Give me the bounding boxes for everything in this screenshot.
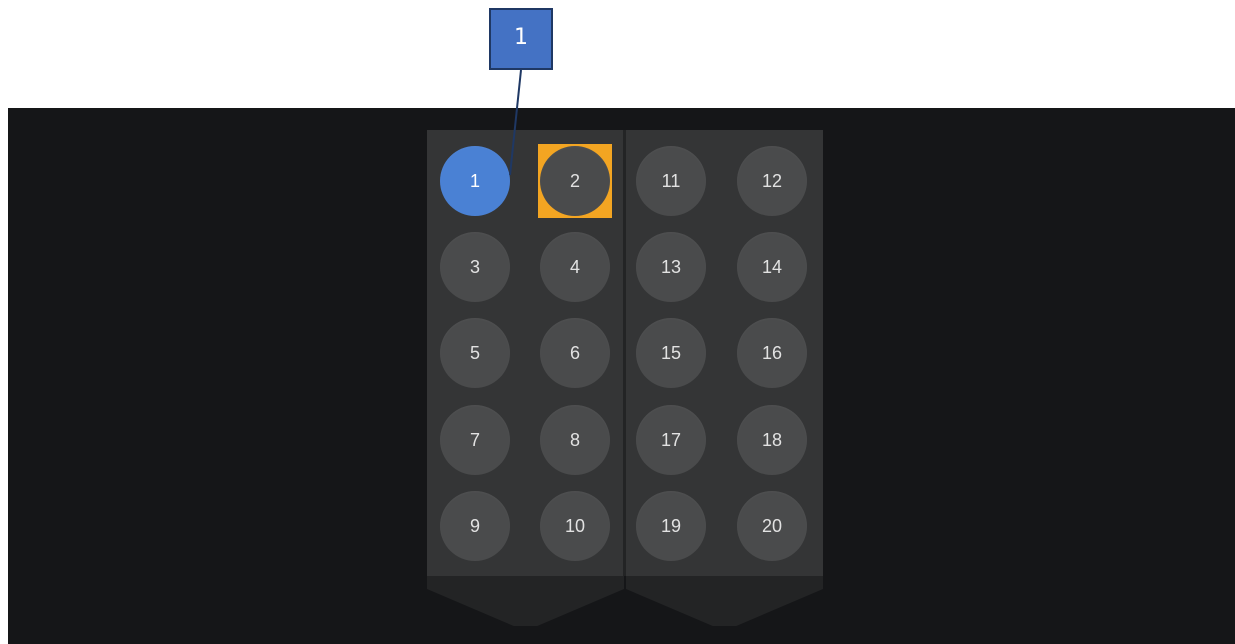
vial-label: 10 <box>564 515 586 536</box>
vial-label: 4 <box>569 256 580 277</box>
vial-7[interactable]: 7 <box>440 405 510 475</box>
vial-18[interactable]: 18 <box>737 405 807 475</box>
vial-label: 5 <box>469 342 480 363</box>
vial-11[interactable]: 11 <box>636 146 706 216</box>
vial-label: 13 <box>660 256 682 277</box>
vial-14[interactable]: 14 <box>737 232 807 302</box>
vial-9[interactable]: 9 <box>440 491 510 561</box>
callout-label: 1 <box>489 8 553 70</box>
vial-label: 12 <box>761 170 783 191</box>
vial-12[interactable]: 12 <box>737 146 807 216</box>
vial-label: 2 <box>569 170 580 191</box>
vial-label: 19 <box>660 515 682 536</box>
vial-17[interactable]: 17 <box>636 405 706 475</box>
vial-holder-tip <box>626 576 823 626</box>
vial-2[interactable]: 2 <box>540 146 610 216</box>
vial-label: 3 <box>469 256 480 277</box>
vial-1[interactable]: 1 <box>440 146 510 216</box>
vial-label: 8 <box>569 429 580 450</box>
vial-13[interactable]: 13 <box>636 232 706 302</box>
vial-tray-view: 1 2 3 4 5 6 7 8 9 10 11 12 13 14 15 16 1… <box>8 108 1235 644</box>
vial-19[interactable]: 19 <box>636 491 706 561</box>
vial-label: 9 <box>469 515 480 536</box>
vial-20[interactable]: 20 <box>737 491 807 561</box>
page: 1 1 2 3 4 5 6 7 8 9 10 11 12 13 14 15 16… <box>0 0 1235 644</box>
vial-label: 7 <box>469 429 480 450</box>
vial-16[interactable]: 16 <box>737 318 807 388</box>
callout-number: 1 <box>514 25 528 50</box>
vial-label: 18 <box>761 429 783 450</box>
vial-label: 6 <box>569 342 580 363</box>
vial-label: 16 <box>761 342 783 363</box>
vial-label: 17 <box>660 429 682 450</box>
vial-holder-tip <box>427 576 624 626</box>
vial-label: 11 <box>661 170 681 191</box>
vial-10[interactable]: 10 <box>540 491 610 561</box>
vial-label: 15 <box>660 342 682 363</box>
vial-3[interactable]: 3 <box>440 232 510 302</box>
vial-label: 20 <box>761 515 783 536</box>
holder-divider <box>623 130 626 576</box>
vial-5[interactable]: 5 <box>440 318 510 388</box>
vial-4[interactable]: 4 <box>540 232 610 302</box>
vial-15[interactable]: 15 <box>636 318 706 388</box>
vial-6[interactable]: 6 <box>540 318 610 388</box>
vial-8[interactable]: 8 <box>540 405 610 475</box>
vial-label: 1 <box>469 170 480 191</box>
vial-label: 14 <box>761 256 783 277</box>
